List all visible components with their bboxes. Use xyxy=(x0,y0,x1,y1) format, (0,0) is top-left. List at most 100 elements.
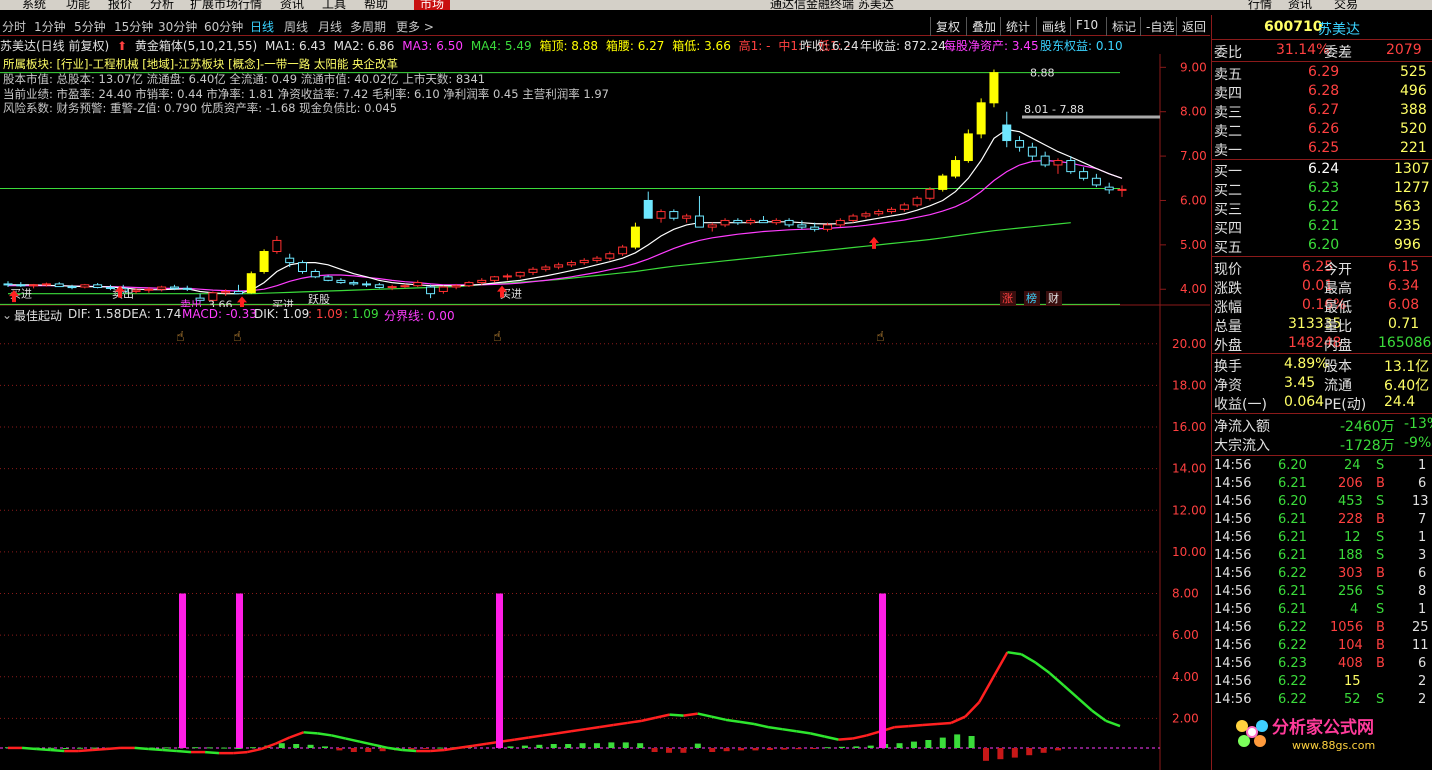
stat-row-4: 外盘 148248 内盘 165086 xyxy=(1212,335,1432,354)
period-tab-3[interactable]: 15分钟 xyxy=(114,18,153,35)
tick-row-5: 14:56 6.21 188 S 3 xyxy=(1212,548,1432,566)
menu-item-7[interactable]: 帮助 xyxy=(364,0,388,10)
macd-bar-61 xyxy=(910,741,917,748)
stat-value2-4: 165086 xyxy=(1378,335,1432,351)
annual-return: 年收益: 872.24 xyxy=(860,39,946,53)
ask-row-1[interactable]: 卖四 6.28 496 xyxy=(1212,83,1432,102)
tick-time-3: 14:56 xyxy=(1214,512,1252,527)
start-signal-bar-1 xyxy=(236,593,243,748)
indicator-title[interactable]: 最佳起动 xyxy=(14,307,62,324)
toolbar-button-0[interactable]: 复权 xyxy=(930,17,965,36)
dea-value: DEA: 1.74 xyxy=(122,307,182,321)
tick-side-7: S xyxy=(1376,584,1385,599)
ask-row-0[interactable]: 卖五 6.29 525 xyxy=(1212,64,1432,83)
candlestick-chart[interactable]: 9.00 8.00 7.00 6.00 5.00 4.00 8.88 8.01 - 7.88 3… xyxy=(0,54,1210,307)
period-tab-6[interactable]: 日线 xyxy=(250,18,274,35)
dik-segment-59 xyxy=(824,735,839,741)
period-tab-2[interactable]: 5分钟 xyxy=(74,18,106,35)
tick-time-6: 14:56 xyxy=(1214,566,1252,581)
quote-panel: 600710 苏美达 委比 31.14% 委差 2079 卖五 6.29 525 卖四 6.28 49… xyxy=(1211,15,1432,770)
menu-right-2[interactable]: 交易 xyxy=(1334,0,1358,10)
macd-bar-64 xyxy=(954,734,961,748)
toolbar-button-7[interactable]: 返回 xyxy=(1176,17,1211,36)
toolbar-button-3[interactable]: 画线 xyxy=(1036,17,1071,36)
stat-label-0: 现价 xyxy=(1214,262,1242,278)
menu-item-1[interactable]: 功能 xyxy=(66,0,90,10)
badge-0: 涨 xyxy=(1002,292,1013,305)
period-tab-1[interactable]: 1分钟 xyxy=(34,18,66,35)
hand-pointer-icon-0: ☝ xyxy=(176,329,185,345)
dik-segment-31 xyxy=(430,748,445,753)
ask-row-4[interactable]: 卖一 6.25 221 xyxy=(1212,140,1432,159)
stat-label2-2: 最低 xyxy=(1324,300,1352,316)
bid-row-4[interactable]: 买五 6.20 996 xyxy=(1212,237,1432,256)
dik-segment-64 xyxy=(894,724,909,729)
bid-row-1[interactable]: 买二 6.23 1277 xyxy=(1212,180,1432,199)
candle-body-35 xyxy=(451,285,461,288)
toolbar-button-1[interactable]: 叠加 xyxy=(966,17,1001,36)
period-tab-5[interactable]: 60分钟 xyxy=(204,18,243,35)
menu-item-6[interactable]: 工具 xyxy=(322,0,346,10)
period-tab-10[interactable]: 更多 > xyxy=(396,18,434,35)
toolbar-button-4[interactable]: F10 xyxy=(1070,17,1103,36)
tick-row-7: 14:56 6.21 256 S 8 xyxy=(1212,584,1432,602)
ask-row-2[interactable]: 卖三 6.27 388 xyxy=(1212,102,1432,121)
toolbar-button-2[interactable]: 统计 xyxy=(1000,17,1035,36)
macd-bar-25 xyxy=(365,748,372,752)
menu-right-1[interactable]: 资讯 xyxy=(1288,0,1312,10)
bid-row-0[interactable]: 买一 6.24 1307 xyxy=(1212,161,1432,180)
menu-item-4[interactable]: 扩展市场行情 xyxy=(190,0,262,10)
period-tab-0[interactable]: 分时 xyxy=(2,18,26,35)
menu-item-0[interactable]: 系统 xyxy=(22,0,46,10)
stat-value2-0: 6.15 xyxy=(1388,259,1420,275)
ma3-value: MA3: 6.50 xyxy=(402,39,463,53)
dik-segment-24 xyxy=(331,734,347,740)
period-tab-4[interactable]: 30分钟 xyxy=(158,18,197,35)
candle-body-28 xyxy=(362,283,372,286)
bid-row-3[interactable]: 买四 6.21 235 xyxy=(1212,218,1432,237)
macd-bar-29 xyxy=(422,748,429,749)
tick-count-10: 11 xyxy=(1412,638,1429,653)
period-tab-8[interactable]: 月线 xyxy=(318,18,342,35)
annotation-high: 8.88 xyxy=(1030,67,1055,80)
macd-bar-16 xyxy=(235,748,242,749)
y-tick-label-0: 9.00 xyxy=(1180,60,1207,74)
bid-row-2[interactable]: 买三 6.22 563 xyxy=(1212,199,1432,218)
watermark-url: www.88gs.com xyxy=(1292,739,1375,752)
tick-volume-1: 206 xyxy=(1338,476,1363,491)
menu-item-market[interactable]: 市场 xyxy=(414,0,451,10)
dik-segment-42 xyxy=(584,725,600,731)
sep-0 xyxy=(1212,39,1432,40)
candle-body-18 xyxy=(233,290,243,295)
up-arrow-icon[interactable]: ⬆ xyxy=(117,39,127,53)
menu-bar: 系统 功能 报价 分析 扩展市场行情 资讯 工具 帮助 市场 通达信金融终端 苏美达 行情 资讯 交易 xyxy=(0,0,1432,10)
menu-item-3[interactable]: 分析 xyxy=(150,0,174,10)
period-tab-7[interactable]: 周线 xyxy=(284,18,308,35)
stat-label2-4: 内盘 xyxy=(1324,338,1352,354)
toolbar-button-5[interactable]: 标记 xyxy=(1106,17,1141,36)
menu-item-2[interactable]: 报价 xyxy=(108,0,132,10)
badge-1: 榜 xyxy=(1026,291,1037,305)
dik-segment-15 xyxy=(204,750,220,755)
stat2-row-0: 换手 4.89% 股本 13.1亿 xyxy=(1212,356,1432,375)
indicator-name[interactable]: 黄金箱体(5,10,21,55) xyxy=(135,39,257,53)
ind-y-label-6: 8.00 xyxy=(1172,587,1199,601)
tick-time-4: 14:56 xyxy=(1214,530,1252,545)
tick-count-9: 25 xyxy=(1412,620,1429,635)
candle-body-7 xyxy=(93,284,103,288)
dik-segment-2 xyxy=(21,746,37,751)
ask-volume-3: 520 xyxy=(1400,121,1427,137)
dik-segment-21 xyxy=(289,731,305,739)
menu-item-5[interactable]: 资讯 xyxy=(280,0,304,10)
indicator-chart[interactable]: 20.00 18.00 16.00 14.00 12.00 10.00 8.00 6.00 4.… xyxy=(0,307,1210,770)
toolbar-button-6[interactable]: -自选 xyxy=(1140,17,1179,36)
tick-price-1: 6.21 xyxy=(1278,476,1307,491)
period-tab-9[interactable]: 多周期 xyxy=(350,18,386,35)
ask-row-3[interactable]: 卖二 6.26 520 xyxy=(1212,121,1432,140)
chevron-down-icon[interactable]: ⌄ xyxy=(2,308,12,322)
macd-bar-43 xyxy=(651,748,658,752)
tick-side-4: S xyxy=(1376,530,1385,545)
candle-body-34 xyxy=(438,286,448,292)
stat2-label2-2: PE(动) xyxy=(1324,397,1367,413)
menu-right-0[interactable]: 行情 xyxy=(1248,0,1272,10)
